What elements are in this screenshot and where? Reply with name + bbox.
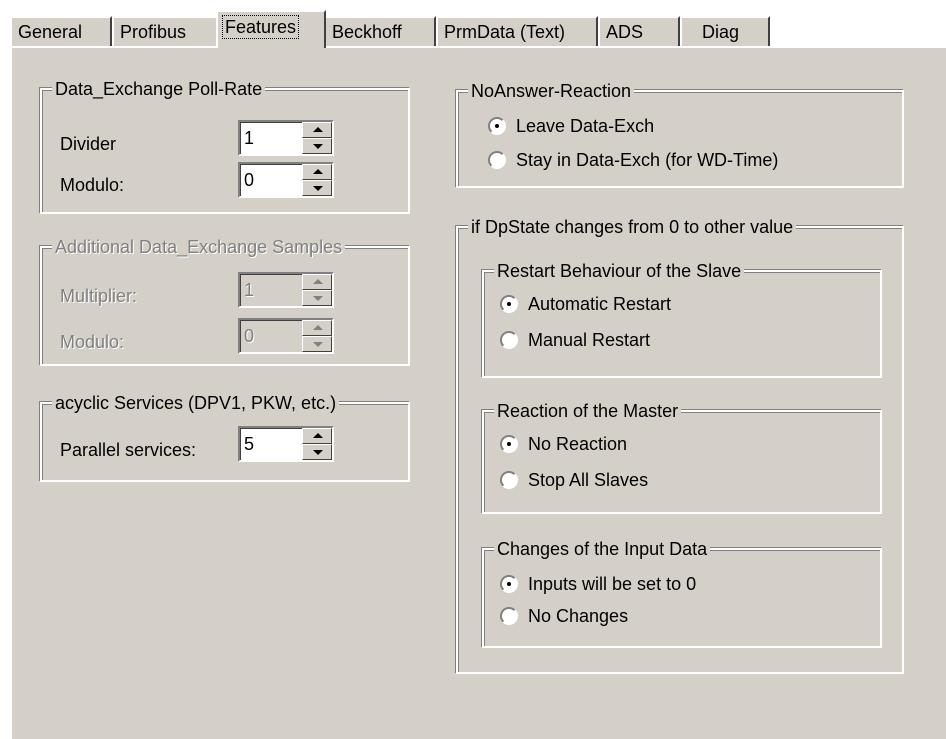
group-title: Changes of the Input Data [494,537,711,561]
divider-spinner[interactable]: 1 [238,120,334,156]
group-title: NoAnswer-Reaction [468,79,635,103]
spin-down-button [302,336,332,352]
radio-selected-dot [495,124,499,128]
radio-label: Leave Data-Exch [516,116,655,136]
tab-label: ADS [606,22,644,42]
parallel-services-spinner[interactable]: 5 [238,426,334,462]
radio-circle [500,435,518,453]
tab-label: General [18,22,83,42]
radio-label: No Reaction [528,434,628,454]
group-title: Additional Data_Exchange Samples [52,235,346,259]
arrow-up-icon [313,325,323,330]
spinner-arrows [302,320,332,352]
arrow-up-icon [313,279,323,284]
radio-selected-dot [507,302,511,306]
radio-label: Stay in Data-Exch (for WD-Time) [516,150,779,170]
multiplier-value: 1 [244,280,255,300]
spin-down-button [302,290,332,306]
multiplier-label: Multiplier: [60,286,138,306]
tab-label: PrmData (Text) [444,22,566,42]
group-acyclic-services: acyclic Services (DPV1, PKW, etc.) Paral… [40,391,410,482]
spinner-arrows [302,274,332,306]
spin-down-button[interactable] [302,180,332,196]
tab-profibus[interactable]: Profibus [112,16,220,46]
multiplier-spinner: 1 [238,272,334,308]
radio-circle [500,607,518,625]
modulo-label: Modulo: [60,175,125,195]
features-dialog: General Profibus Beckhoff PrmData (Text)… [0,0,946,739]
radio-selected-dot [507,582,511,586]
radio-label: Automatic Restart [528,294,672,314]
spin-up-button [302,320,332,336]
tab-diag[interactable]: Diag [680,16,770,46]
arrow-down-icon [313,186,323,191]
tab-label: Profibus [120,22,187,42]
parallel-services-label: Parallel services: [60,440,197,460]
radio-circle [500,295,518,313]
group-title: Restart Behaviour of the Slave [494,259,745,283]
radio-label: Manual Restart [528,330,651,350]
group-title: Data_Exchange Poll-Rate [52,77,266,101]
arrow-down-icon [313,144,323,149]
tab-prmdata-text[interactable]: PrmData (Text) [436,16,598,46]
arrow-up-icon [313,127,323,132]
group-input-data-changes: Changes of the Input Data Inputs will be… [482,537,882,648]
group-restart-behaviour: Restart Behaviour of the Slave Automatic… [482,259,882,378]
radio-circle [488,117,506,135]
arrow-up-icon [313,169,323,174]
group-additional-samples: Additional Data_Exchange Samples Multipl… [40,235,410,366]
tab-ads[interactable]: ADS [598,16,680,46]
divider-value: 1 [244,128,255,148]
radio-circle [500,471,518,489]
tab-label: Features [221,15,300,39]
group-noanswer-reaction: NoAnswer-Reaction Leave Data-Exch Stay i… [456,79,904,188]
modulo-spinner[interactable]: 0 [238,162,334,198]
radio-selected-dot [507,442,511,446]
parallel-services-value: 5 [244,434,255,454]
arrow-up-icon [313,433,323,438]
group-reaction-of-master: Reaction of the Master No Reaction Stop … [482,399,882,514]
spin-up-button[interactable] [302,122,332,138]
spin-down-button[interactable] [302,444,332,460]
spinner-arrows [302,122,332,154]
arrow-down-icon [313,342,323,347]
radio-circle [500,575,518,593]
group-dpstate-changes: if DpState changes from 0 to other value… [456,215,904,674]
tab-features[interactable]: Features [216,10,326,48]
radio-circle [500,331,518,349]
sample-modulo-value: 0 [244,326,255,346]
tab-label: Beckhoff [332,22,402,42]
tab-beckhoff[interactable]: Beckhoff [324,16,436,46]
group-poll-rate: Data_Exchange Poll-Rate Divider 1 Modulo… [40,77,410,214]
sample-modulo-spinner: 0 [238,318,334,354]
modulo-label: Modulo: [60,332,125,352]
spin-down-button[interactable] [302,138,332,154]
radio-label: Stop All Slaves [528,470,649,490]
spin-up-button[interactable] [302,164,332,180]
spin-up-button[interactable] [302,428,332,444]
modulo-value: 0 [244,170,255,190]
tab-general[interactable]: General [10,16,112,46]
radio-circle [488,151,506,169]
spinner-arrows [302,428,332,460]
radio-label: No Changes [528,606,629,626]
spin-up-button [302,274,332,290]
arrow-down-icon [313,296,323,301]
group-title: if DpState changes from 0 to other value [468,215,797,239]
arrow-down-icon [313,450,323,455]
tab-label: Diag [702,22,740,42]
spinner-arrows [302,164,332,196]
divider-label: Divider [60,134,117,154]
tab-panel-features: Data_Exchange Poll-Rate Divider 1 Modulo… [10,46,946,739]
group-title: acyclic Services (DPV1, PKW, etc.) [52,391,340,415]
radio-label: Inputs will be set to 0 [528,574,697,594]
tab-strip: General Profibus Beckhoff PrmData (Text)… [10,10,946,48]
group-title: Reaction of the Master [494,399,682,423]
